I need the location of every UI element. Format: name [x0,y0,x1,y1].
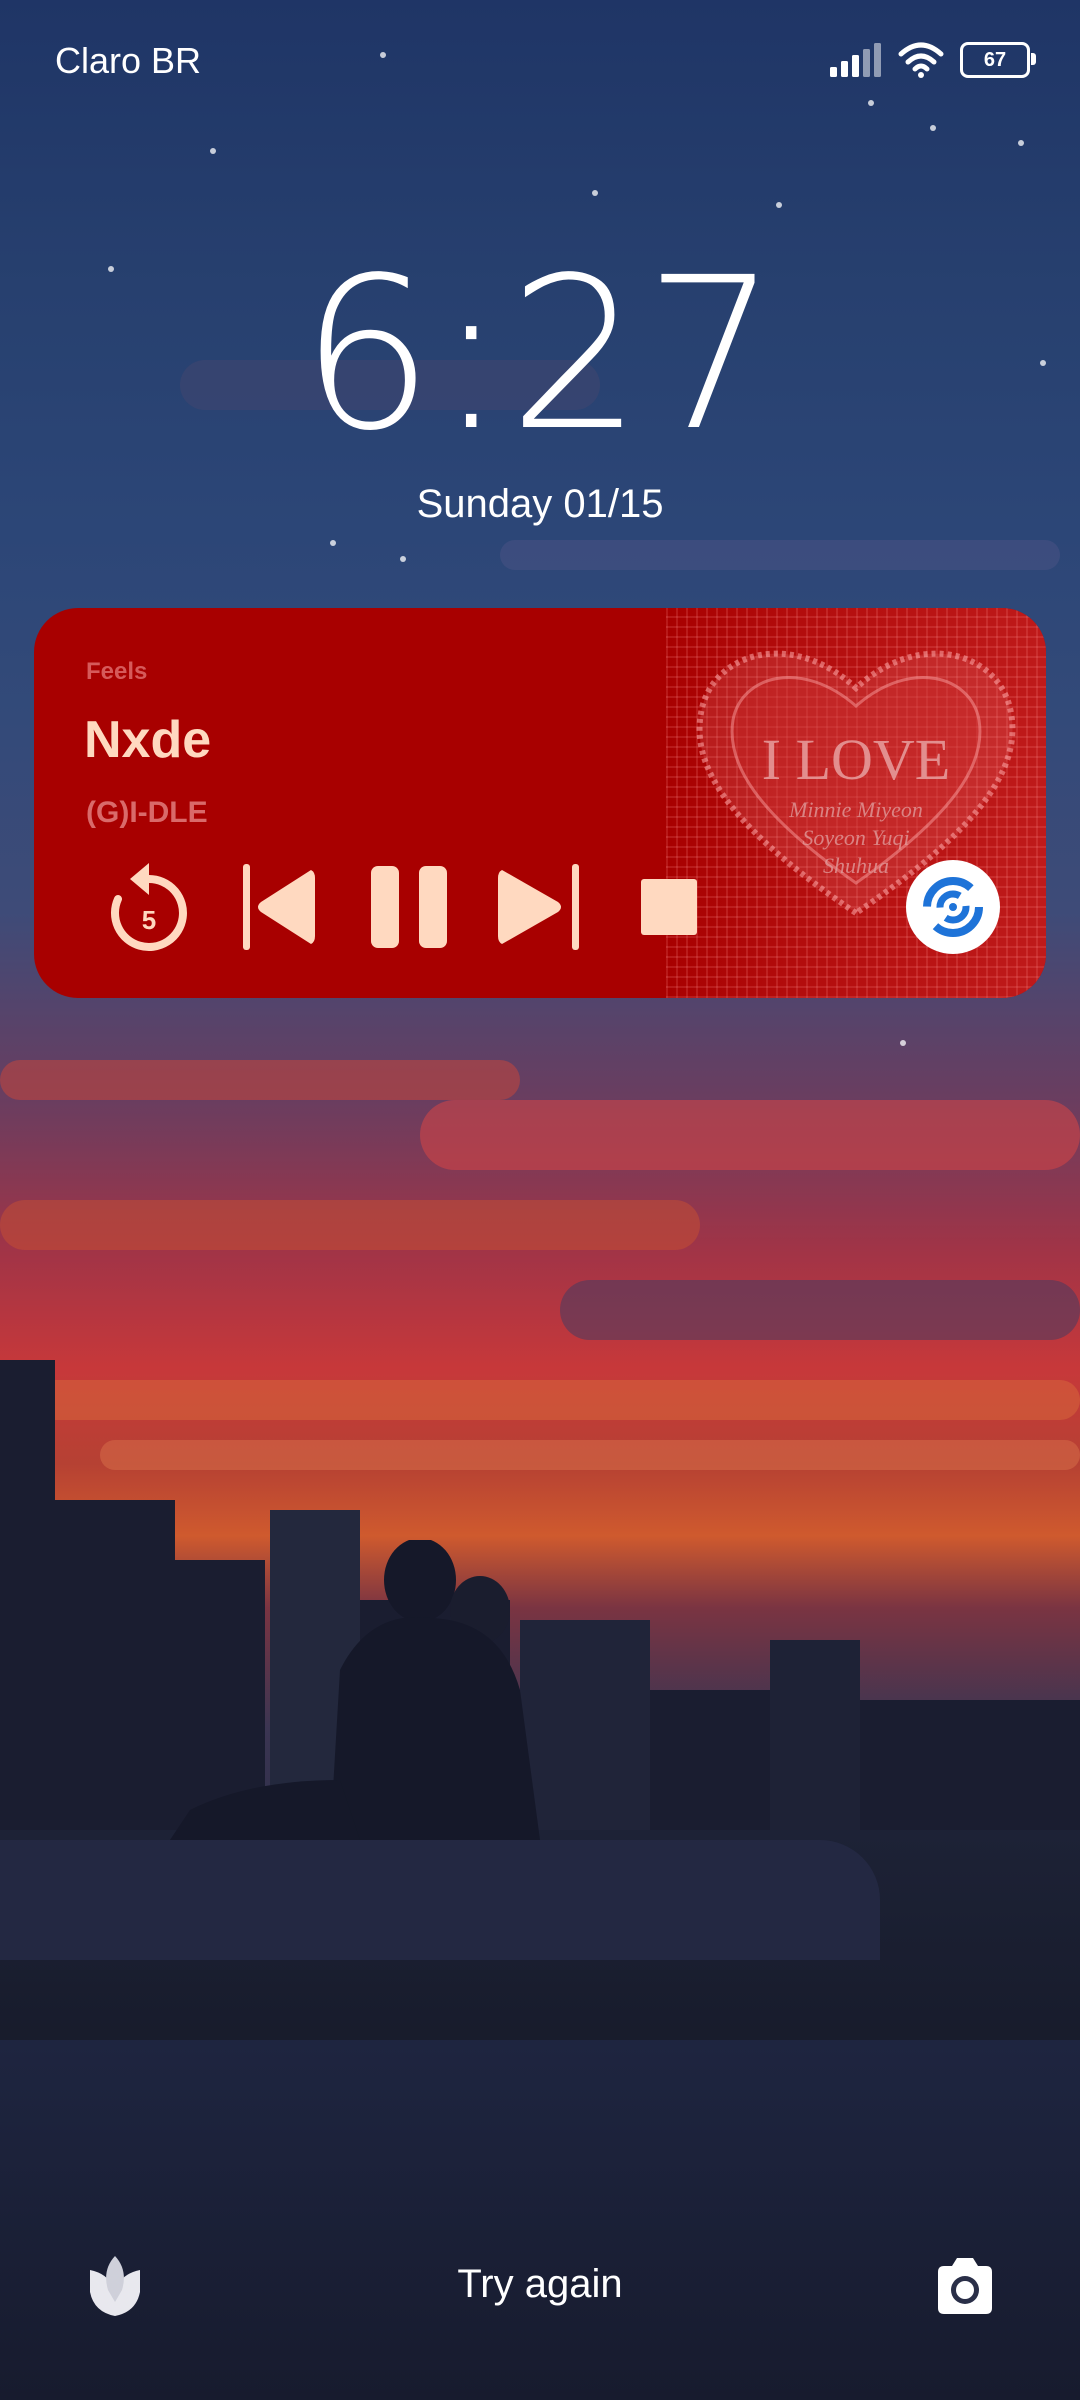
album-name: Feels [86,658,148,685]
track-artist: (G)I-DLE [86,796,208,829]
next-icon [498,864,579,950]
album-art-name-line: Minnie Miyeon [789,797,923,822]
lock-date: Sunday 01/15 [416,482,664,526]
couple-silhouette [170,1540,540,1840]
stop-button[interactable] [604,852,734,962]
stop-icon [641,879,697,935]
status-icons: 67 [830,42,1036,78]
next-button[interactable] [474,852,604,962]
camera-icon [938,2258,992,2314]
cast-icon [923,877,983,937]
battery-level: 67 [983,48,1007,71]
playback-controls: 5 [84,852,734,962]
pause-button[interactable] [344,852,474,962]
battery-icon: 67 [960,42,1036,78]
album-art-title: I LOVE [761,727,951,792]
previous-button[interactable] [214,852,344,962]
pause-icon [371,866,447,948]
rewind-seconds-label: 5 [142,905,156,935]
media-widget[interactable]: I LOVE Minnie Miyeon Soyeon Yuqi Shuhua … [34,608,1046,998]
cast-button[interactable] [906,860,1000,954]
rewind-5-button[interactable]: 5 [84,852,214,962]
lock-screen: Claro BR 67 6:27 Sunday 01/15 I LOVE Min… [0,0,1080,2400]
signal-icon [830,43,881,77]
carrier-name: Claro BR [55,40,202,81]
album-art-name-line: Soyeon Yuqi [802,825,910,850]
status-bar: Claro BR 67 [0,0,1080,120]
lock-clock: 6:27 [300,232,780,477]
track-title: Nxde [84,711,212,769]
unlock-hint: Try again [457,2262,623,2306]
previous-icon [243,864,315,950]
rewind-5-icon: 5 [110,863,187,951]
wifi-icon [898,42,944,78]
lock-bottom-bar: Try again [0,2230,1080,2350]
camera-button[interactable] [930,2252,1000,2322]
